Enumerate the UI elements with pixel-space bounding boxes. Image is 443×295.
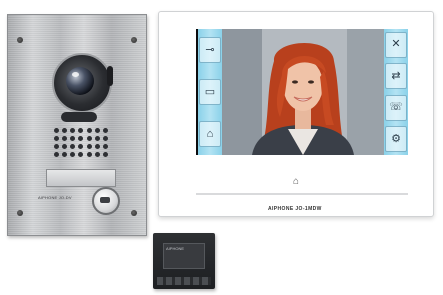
screw-icon: [17, 210, 23, 216]
indicator-led: [107, 66, 113, 86]
monitor-divider: [196, 193, 408, 195]
power-supply-label: AIPHONE: [163, 243, 205, 269]
door-station-plate: AIPHONE JO-DV: [7, 14, 147, 236]
screw-icon: [131, 210, 137, 216]
visitor-image: [222, 29, 384, 155]
call-icon[interactable]: ☏: [385, 94, 407, 121]
door-icon[interactable]: ⌂: [199, 121, 221, 147]
panel-icon[interactable]: ▭: [199, 79, 221, 105]
camera-lens: [66, 67, 94, 95]
video-feed: [222, 29, 384, 155]
speaker-grille: [53, 127, 109, 157]
home-icon[interactable]: ⌂: [293, 176, 299, 187]
call-button[interactable]: [92, 187, 120, 215]
bell-icon: [100, 197, 110, 203]
right-control-panel: ✕ ⇄ ☏ ⚙: [384, 29, 408, 155]
camera-icon: [52, 53, 112, 113]
power-supply: AIPHONE: [153, 233, 215, 289]
camera-sensor: [61, 112, 97, 122]
name-plate: [46, 169, 116, 187]
screw-icon: [17, 37, 23, 43]
door-station-brand: AIPHONE JO-DV: [38, 195, 72, 200]
close-icon[interactable]: ✕: [385, 31, 407, 58]
monitor-brand: AIPHONE JO-1MDW: [268, 206, 322, 212]
settings-gear-icon[interactable]: ⚙: [385, 126, 407, 153]
left-control-panel: ⊸ ▭ ⌂: [198, 29, 222, 155]
screw-icon: [131, 37, 137, 43]
key-icon[interactable]: ⊸: [199, 37, 221, 63]
transfer-icon[interactable]: ⇄: [385, 63, 407, 90]
power-supply-terminals: [157, 277, 211, 285]
